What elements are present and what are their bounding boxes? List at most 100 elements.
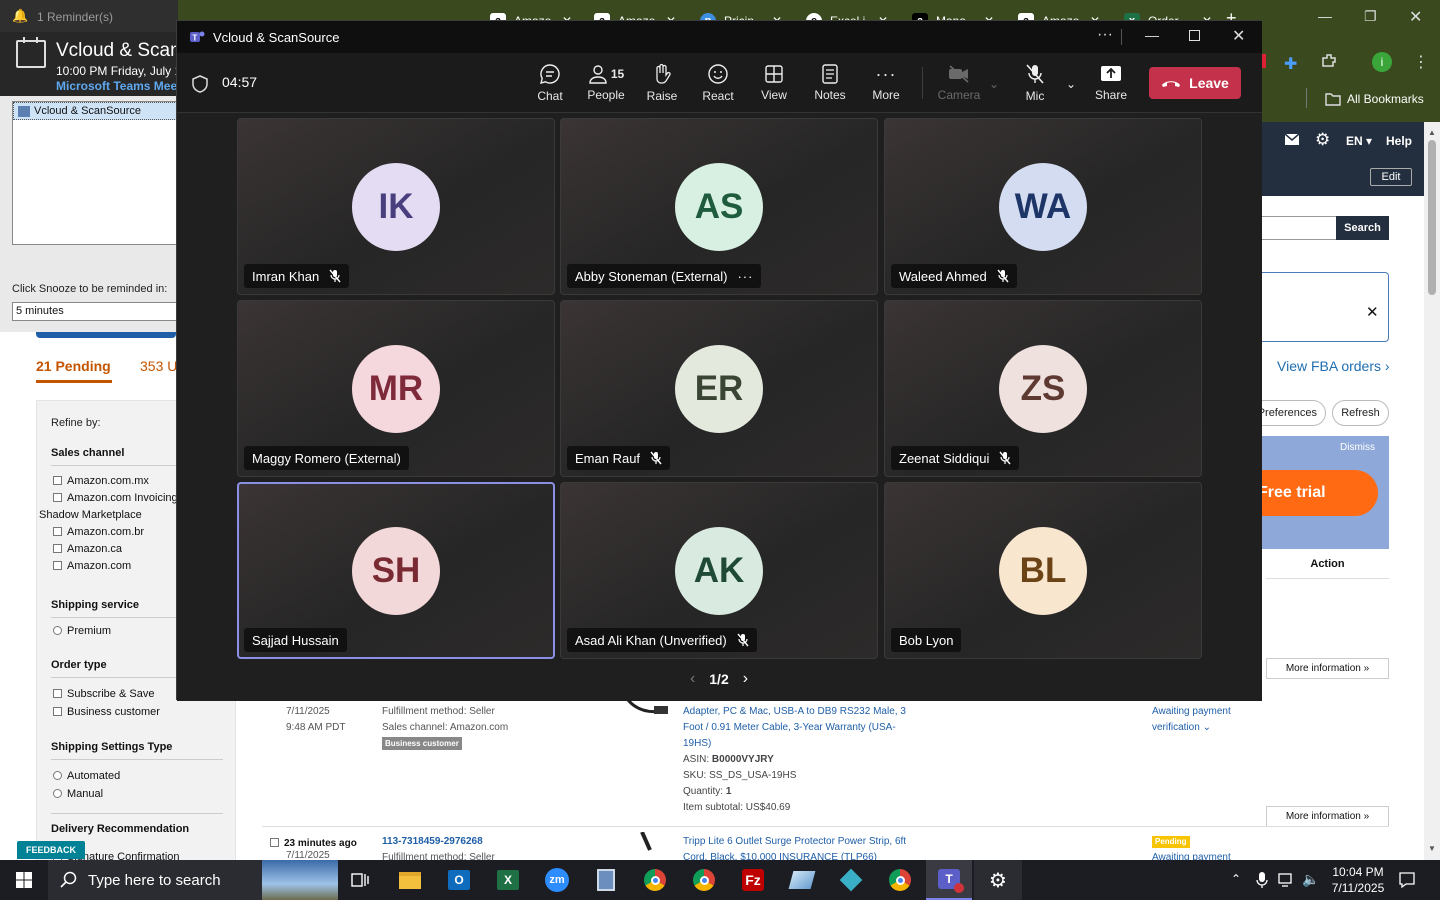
chrome-profile-icon[interactable] — [680, 860, 728, 900]
radio[interactable] — [53, 789, 62, 798]
edit-button[interactable]: Edit — [1370, 168, 1412, 186]
outlook-icon[interactable]: O — [435, 860, 483, 900]
checkbox[interactable] — [53, 707, 62, 716]
people-button[interactable]: 15 People — [578, 53, 634, 113]
windows-start-icon[interactable] — [0, 860, 48, 900]
radio[interactable] — [53, 626, 62, 635]
scroll-up-icon[interactable]: ▲ — [1428, 128, 1436, 137]
teams-taskbar-icon[interactable]: T — [926, 860, 972, 900]
participant-tile[interactable]: AS Abby Stoneman (External) ··· — [560, 118, 878, 295]
volume-icon[interactable]: 🔈 — [1302, 871, 1319, 888]
chrome-icon[interactable] — [631, 860, 679, 900]
product-title-line[interactable]: Tripp Lite 6 Outlet Surge Protector Powe… — [683, 834, 906, 850]
menu-kebab-icon[interactable]: ⋮ — [1413, 52, 1429, 72]
status-dropdown[interactable]: verification ⌄ — [1152, 720, 1231, 736]
chat-button[interactable]: Chat — [522, 53, 578, 113]
product-title-line[interactable]: Adapter, PC & Mac, USB-A to DB9 RS232 Ma… — [683, 704, 906, 720]
view-button[interactable]: View — [746, 53, 802, 113]
close-notice-icon[interactable]: ✕ — [1366, 303, 1379, 321]
mic-options-chevron-icon[interactable]: ⌄ — [1066, 77, 1076, 91]
product-title-line[interactable]: 19HS) — [683, 736, 906, 752]
restore-icon[interactable]: ❐ — [1364, 8, 1377, 25]
filter-option[interactable]: Subscribe & Save — [53, 685, 160, 703]
more-information-button[interactable]: More information » — [1266, 806, 1389, 827]
checkbox[interactable] — [53, 689, 62, 698]
participant-tile[interactable]: ZS Zeenat Siddiqui — [884, 300, 1202, 477]
filter-option[interactable]: Amazon.com.br — [53, 524, 178, 541]
reminder-list[interactable]: Vcloud & ScanSource — [12, 101, 179, 245]
free-trial-button[interactable]: Free trial — [1256, 470, 1378, 516]
tray-chevron-up-icon[interactable]: ⌃ — [1231, 872, 1241, 886]
zoom-icon[interactable]: zm — [533, 860, 581, 900]
participant-tile[interactable]: BL Bob Lyon — [884, 482, 1202, 659]
all-bookmarks[interactable]: All Bookmarks — [1325, 92, 1424, 106]
view-fba-orders-link[interactable]: View FBA orders › — [1277, 358, 1390, 374]
meeting-type-link[interactable]: Microsoft Teams Meeting — [56, 79, 178, 93]
more-options-icon[interactable]: ··· — [737, 269, 753, 284]
share-button[interactable]: Share — [1083, 53, 1139, 113]
maximize-icon[interactable] — [1189, 30, 1200, 41]
refresh-button[interactable]: Refresh — [1332, 400, 1389, 426]
preferences-button[interactable]: Preferences — [1256, 400, 1326, 426]
tab-unshipped[interactable]: 353 U — [140, 358, 177, 374]
radio[interactable] — [53, 771, 62, 780]
tab-pending[interactable]: 21 Pending — [36, 358, 111, 374]
mic-button[interactable]: Mic — [1007, 53, 1063, 113]
calculator-icon[interactable] — [582, 860, 630, 900]
minimize-icon[interactable]: — — [1145, 27, 1159, 43]
reminder-list-item[interactable]: Vcloud & ScanSource — [13, 102, 179, 120]
settings-gear-icon[interactable]: ⚙ — [1315, 130, 1330, 150]
file-explorer-icon[interactable] — [386, 860, 434, 900]
system-clock[interactable]: 10:04 PM 7/11/2025 — [1326, 864, 1390, 896]
previous-page-chevron-icon[interactable]: ‹ — [690, 670, 695, 688]
settings-gear-icon[interactable]: ⚙ — [974, 860, 1022, 900]
search-button[interactable]: Search — [1336, 216, 1389, 240]
network-icon[interactable] — [1278, 872, 1296, 888]
microphone-tray-icon[interactable] — [1256, 871, 1268, 889]
participant-tile-speaking[interactable]: SH Sajjad Hussain — [237, 482, 555, 659]
profile-avatar[interactable]: i — [1372, 52, 1392, 72]
product-thumbnail[interactable] — [640, 832, 660, 856]
participant-tile[interactable]: AK Asad Ali Khan (Unverified) — [560, 482, 878, 659]
shield-icon[interactable] — [192, 75, 208, 93]
product-title-line[interactable]: Foot / 0.91 Meter Cable, 3-Year Warranty… — [683, 720, 906, 736]
extension-icon[interactable]: ✚ — [1284, 54, 1300, 73]
order-id-link[interactable]: 113-7318459-2976268 — [382, 834, 495, 850]
checkbox[interactable] — [53, 476, 62, 485]
participant-tile[interactable]: WA Waleed Ahmed — [884, 118, 1202, 295]
filter-option[interactable]: Automated — [53, 767, 120, 785]
scroll-down-icon[interactable]: ▼ — [1428, 844, 1436, 853]
chrome-secondary-icon[interactable] — [876, 860, 924, 900]
dismiss-link[interactable]: Dismiss — [1340, 442, 1375, 453]
participant-tile[interactable]: MR Maggy Romero (External) — [237, 300, 555, 477]
taskbar-search-box[interactable]: Type here to search — [48, 860, 338, 900]
filter-option[interactable]: Manual — [53, 785, 120, 803]
snooze-select[interactable]: 5 minutes — [12, 302, 178, 321]
feedback-tab[interactable]: FEEDBACK ✕ — [17, 841, 85, 873]
checkbox[interactable] — [53, 544, 62, 553]
next-page-chevron-icon[interactable]: › — [743, 670, 748, 688]
notifications-icon[interactable] — [1398, 871, 1416, 889]
minimize-icon[interactable]: — — [1318, 8, 1332, 24]
filter-option[interactable]: Amazon.ca — [53, 541, 178, 558]
app-diamond-icon[interactable] — [827, 860, 875, 900]
checkbox[interactable] — [53, 527, 62, 536]
more-information-button[interactable]: More information » — [1266, 658, 1389, 679]
task-view-icon[interactable] — [336, 860, 384, 900]
more-options-icon[interactable]: ··· — [1097, 26, 1113, 44]
search-input[interactable] — [1256, 216, 1336, 240]
mail-icon[interactable] — [1285, 134, 1299, 145]
filter-option[interactable]: Premium — [53, 625, 111, 637]
excel-icon[interactable]: X — [484, 860, 532, 900]
order-checkbox[interactable] — [270, 838, 279, 847]
camera-options-chevron-icon[interactable]: ⌄ — [989, 77, 999, 91]
app-icon[interactable] — [778, 860, 826, 900]
checkbox[interactable] — [53, 561, 62, 570]
page-scrollbar[interactable]: ▲ ▼ — [1424, 122, 1440, 860]
raise-hand-button[interactable]: Raise — [634, 53, 690, 113]
close-window-icon[interactable]: ✕ — [1409, 7, 1422, 27]
scrollbar-thumb[interactable] — [1428, 140, 1436, 295]
filter-option[interactable]: Amazon.com.mx — [53, 473, 178, 490]
checkbox[interactable] — [53, 493, 62, 502]
close-window-icon[interactable]: ✕ — [1232, 26, 1245, 46]
